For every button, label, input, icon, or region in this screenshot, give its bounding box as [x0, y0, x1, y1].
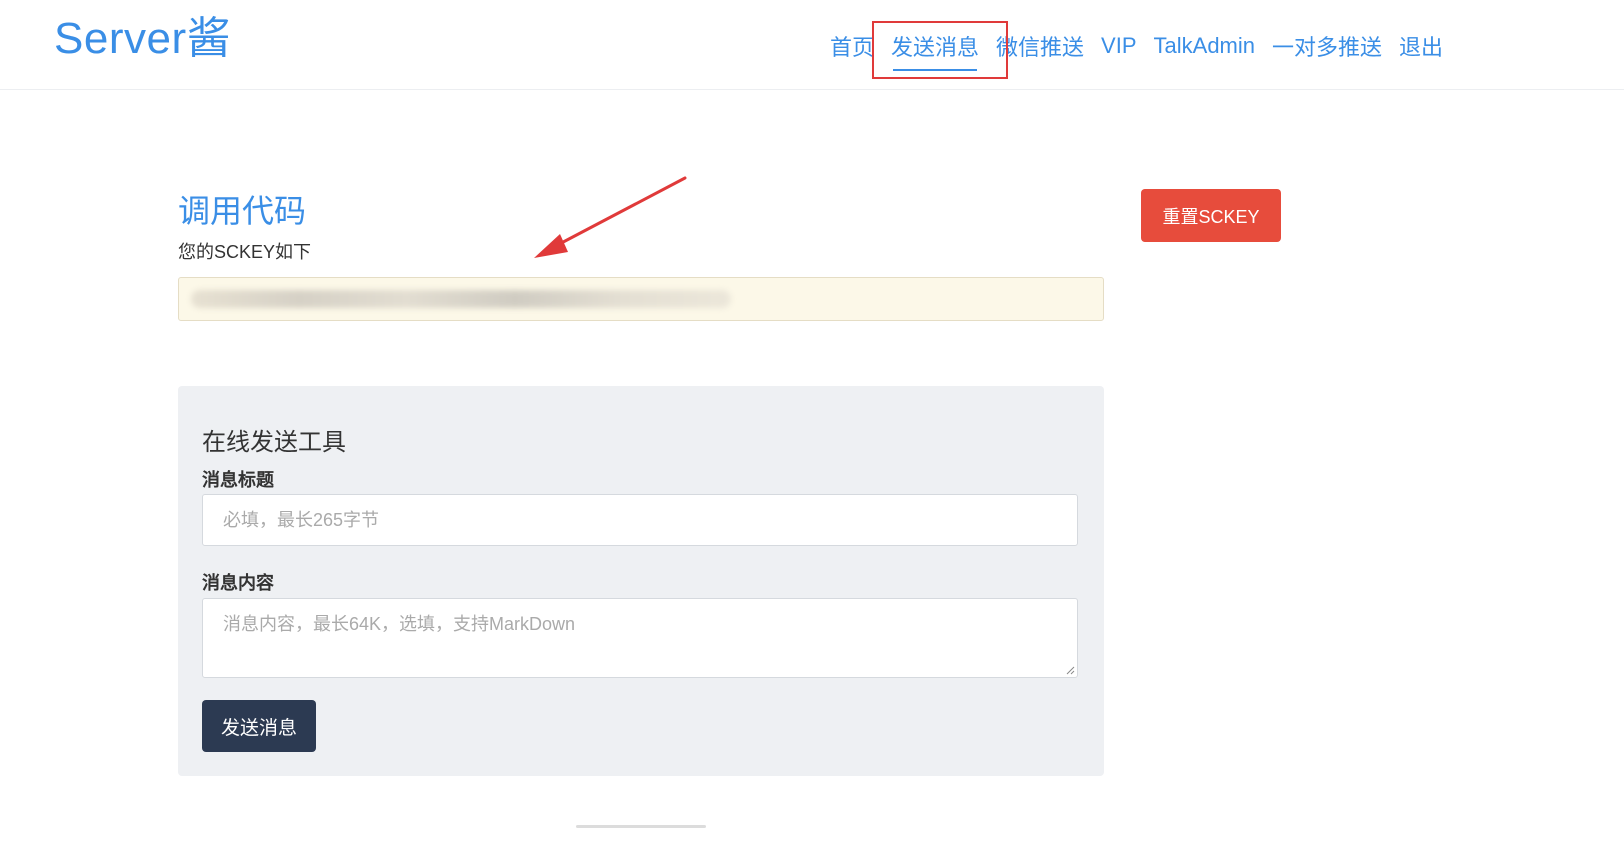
top-header: Server酱 首页 发送消息 微信推送 VIP TalkAdmin 一对多推送…: [0, 0, 1624, 90]
sckey-display[interactable]: [178, 277, 1104, 321]
annotation-arrow-icon: [534, 176, 687, 258]
annotation-highlight-box: [872, 21, 1008, 79]
site-logo[interactable]: Server酱: [54, 2, 231, 66]
nav-item-home[interactable]: 首页: [830, 30, 874, 62]
reset-sckey-button[interactable]: 重置SCKEY: [1141, 189, 1281, 242]
bottom-divider: [576, 825, 706, 828]
nav-item-vip[interactable]: VIP: [1101, 33, 1136, 59]
nav-item-talkadmin[interactable]: TalkAdmin: [1154, 33, 1255, 59]
message-content-textarea[interactable]: 消息内容，最长64K，选填，支持MarkDown: [202, 598, 1078, 678]
online-send-tool-panel: 在线发送工具 消息标题 必填，最长265字节 消息内容 消息内容，最长64K，选…: [178, 386, 1104, 776]
nav-item-one-to-many-push[interactable]: 一对多推送: [1272, 30, 1382, 62]
page-title: 调用代码: [178, 193, 307, 229]
message-title-input[interactable]: 必填，最长265字节: [202, 494, 1078, 546]
message-title-label: 消息标题: [202, 470, 274, 490]
message-content-label: 消息内容: [202, 573, 274, 593]
nav-item-wechat-push[interactable]: 微信推送: [996, 30, 1084, 62]
nav-item-logout[interactable]: 退出: [1399, 30, 1443, 62]
panel-title: 在线发送工具: [202, 429, 346, 456]
sckey-redacted: [191, 290, 731, 308]
resize-grip-icon[interactable]: [1065, 665, 1075, 675]
sckey-label: 您的SCKEY如下: [178, 242, 312, 262]
message-content-placeholder: 消息内容，最长64K，选填，支持MarkDown: [223, 614, 576, 634]
send-message-button[interactable]: 发送消息: [202, 700, 316, 752]
